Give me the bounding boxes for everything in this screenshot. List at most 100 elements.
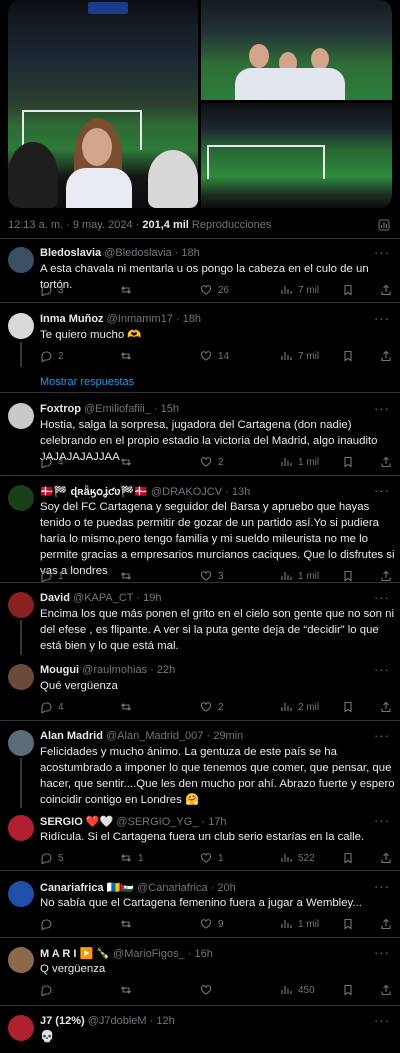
retweet-button[interactable] [120, 983, 138, 997]
display-name[interactable]: Canariafrica 🇮🇨🇪🇭 [40, 882, 134, 894]
like-button[interactable]: 26 [200, 283, 229, 297]
media-photo-2[interactable] [201, 0, 392, 100]
analytics-icon[interactable] [378, 219, 390, 231]
display-name[interactable]: Inma Muñoz [40, 313, 104, 325]
avatar[interactable] [8, 815, 34, 841]
more-options-icon[interactable]: ··· [374, 945, 390, 960]
post-age[interactable]: · 13h [225, 486, 250, 498]
more-options-icon[interactable]: ··· [374, 590, 390, 605]
views-button[interactable]: 1 mil [280, 455, 319, 469]
post-age[interactable]: · 29min [206, 730, 243, 742]
share-button[interactable] [380, 983, 392, 997]
user-handle[interactable]: @KAPA_CT [73, 592, 133, 604]
reply-button[interactable]: 5 [40, 851, 64, 865]
reply-button[interactable]: 1 [40, 569, 64, 583]
like-button[interactable]: 2 [200, 700, 224, 714]
share-button[interactable] [380, 455, 392, 469]
display-name[interactable]: Mougui [40, 664, 79, 676]
avatar[interactable] [8, 247, 34, 273]
display-name[interactable]: Bledoslavia [40, 247, 101, 259]
views-button[interactable]: 522 [280, 851, 315, 865]
avatar[interactable] [8, 730, 34, 756]
share-button[interactable] [380, 283, 392, 297]
retweet-button[interactable] [120, 283, 138, 297]
display-name[interactable]: SERGIO ❤️🤍 [40, 816, 113, 828]
bookmark-button[interactable] [342, 917, 354, 931]
bookmark-button[interactable] [342, 851, 354, 865]
retweet-button[interactable]: 1 [120, 851, 144, 865]
avatar[interactable] [8, 664, 34, 690]
display-name[interactable]: David [40, 592, 70, 604]
like-button[interactable]: 1 [200, 851, 224, 865]
user-handle[interactable]: @Inmamm17 [107, 313, 173, 325]
views-button[interactable]: 450 [280, 983, 315, 997]
post-age[interactable]: · 17h [201, 816, 226, 828]
reply-button[interactable] [40, 917, 58, 931]
more-options-icon[interactable]: ··· [374, 728, 390, 743]
more-options-icon[interactable]: ··· [374, 662, 390, 677]
display-name[interactable]: M A R I ▶️ 🍾 [40, 948, 110, 960]
user-handle[interactable]: @Alan_Madrid_007 [106, 730, 203, 742]
user-handle[interactable]: @MarioFigos_ [113, 948, 185, 960]
retweet-button[interactable] [120, 455, 138, 469]
avatar[interactable] [8, 485, 34, 511]
retweet-button[interactable] [120, 917, 138, 931]
display-name[interactable]: 🇩🇰🏁 ɖʀǟӄօʝƈʋ🏁🇩🇰 [40, 486, 148, 498]
display-name[interactable]: Alan Madrid [40, 730, 103, 742]
tweet-media-grid[interactable] [8, 0, 392, 208]
more-options-icon[interactable]: ··· [374, 483, 390, 498]
post-age[interactable]: · 20h [211, 882, 236, 894]
views-button[interactable]: 1 mil [280, 917, 319, 931]
views-button[interactable]: 7 mil [280, 349, 319, 363]
reply-button[interactable]: 4 [40, 700, 64, 714]
bookmark-button[interactable] [342, 569, 354, 583]
like-button[interactable]: 2 [200, 455, 224, 469]
user-handle[interactable]: @SERGIO_YG_ [116, 816, 198, 828]
media-photo-1[interactable] [8, 0, 198, 208]
avatar[interactable] [8, 313, 34, 339]
post-age[interactable]: · 18h [176, 313, 201, 325]
display-name[interactable]: J7 (12%) [40, 1015, 85, 1027]
retweet-button[interactable] [120, 569, 138, 583]
more-options-icon[interactable]: ··· [374, 813, 390, 828]
like-button[interactable] [200, 983, 218, 997]
user-handle[interactable]: @raulmohias [82, 664, 147, 676]
views-button[interactable]: 2 mil [280, 700, 319, 714]
display-name[interactable]: Foxtrop [40, 403, 81, 415]
share-button[interactable] [380, 700, 392, 714]
user-handle[interactable]: @Canariafrica [137, 882, 207, 894]
views-button[interactable]: 1 mil [280, 569, 319, 583]
bookmark-button[interactable] [342, 983, 354, 997]
reply-button[interactable] [40, 983, 58, 997]
avatar[interactable] [8, 403, 34, 429]
bookmark-button[interactable] [342, 349, 354, 363]
post-age[interactable]: · 19h [136, 592, 161, 604]
post-age[interactable]: · 22h [150, 664, 175, 676]
user-handle[interactable]: @Emiliofafiii_ [84, 403, 151, 415]
avatar[interactable] [8, 592, 34, 618]
user-handle[interactable]: @DRAKOJCV [151, 486, 222, 498]
post-age[interactable]: · 16h [188, 948, 213, 960]
avatar[interactable] [8, 947, 34, 973]
like-button[interactable]: 14 [200, 349, 229, 363]
more-options-icon[interactable]: ··· [374, 1013, 390, 1028]
more-options-icon[interactable]: ··· [374, 401, 390, 416]
bookmark-button[interactable] [342, 283, 354, 297]
reply-button[interactable]: 2 [40, 349, 64, 363]
views-button[interactable]: 7 mil [280, 283, 319, 297]
share-button[interactable] [380, 917, 392, 931]
avatar[interactable] [8, 1015, 34, 1041]
more-options-icon[interactable]: ··· [374, 879, 390, 894]
post-age[interactable]: · 18h [175, 247, 200, 259]
like-button[interactable]: 3 [200, 569, 224, 583]
more-options-icon[interactable]: ··· [374, 245, 390, 260]
user-handle[interactable]: @Bledoslavia [104, 247, 171, 259]
share-button[interactable] [380, 851, 392, 865]
retweet-button[interactable] [120, 349, 138, 363]
reply-button[interactable]: 4 [40, 455, 64, 469]
avatar[interactable] [8, 881, 34, 907]
show-replies-link[interactable]: Mostrar respuestas [40, 376, 134, 388]
media-photo-3[interactable] [201, 103, 392, 208]
share-button[interactable] [380, 569, 392, 583]
bookmark-button[interactable] [342, 455, 354, 469]
